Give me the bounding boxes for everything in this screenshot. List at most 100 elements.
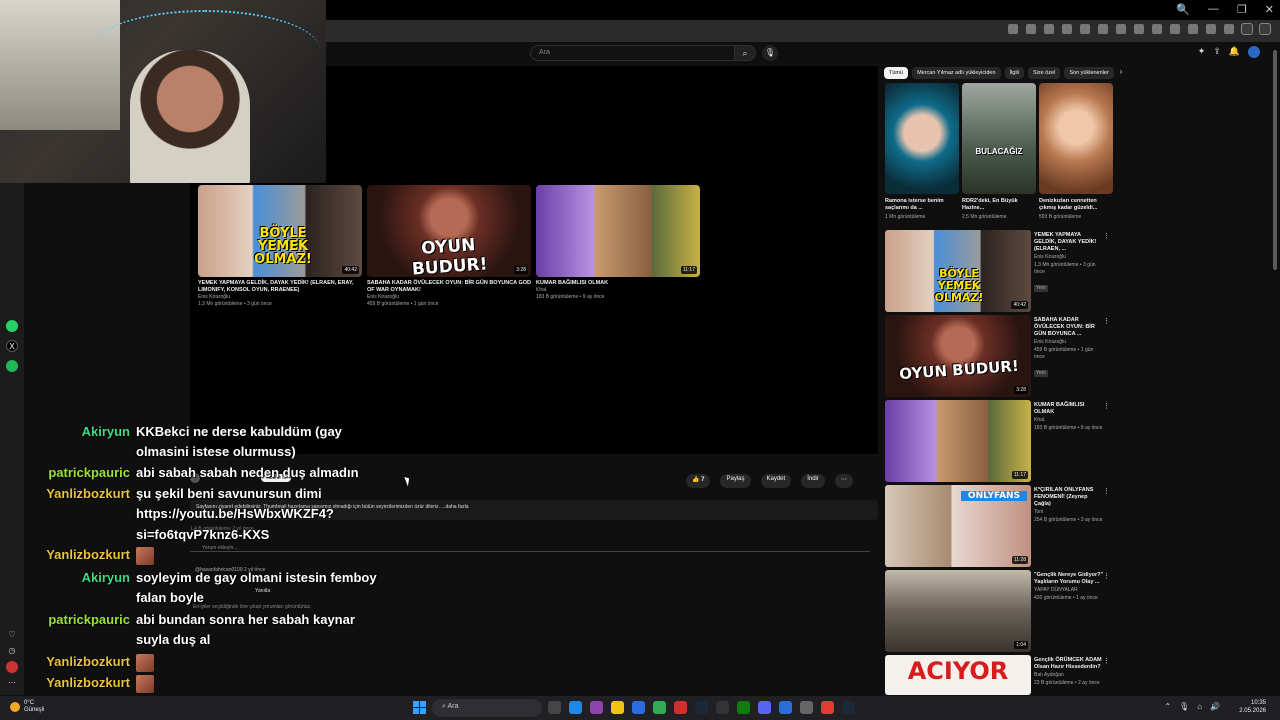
chip-recent[interactable]: Son yüklenenler xyxy=(1064,67,1114,79)
close-button[interactable]: ✕ xyxy=(1265,3,1274,16)
chip-for-you[interactable]: Size özel xyxy=(1028,67,1061,79)
extension-icon[interactable] xyxy=(1026,24,1036,34)
recommended-video[interactable]: OYUN BUDUR! 3:28 SABAHA KADAR ÖVÜLECEK O… xyxy=(885,315,1110,397)
xbox-icon[interactable] xyxy=(737,701,750,714)
chrome-icon[interactable] xyxy=(653,701,666,714)
network-icon[interactable]: ⌂ xyxy=(1197,702,1202,711)
end-screen-video[interactable]: OYUN BUDUR! 3:28 SABAHA KADAR ÖVÜLECEK O… xyxy=(367,185,531,308)
extension-icon[interactable] xyxy=(1188,24,1198,34)
page-scrollbar[interactable] xyxy=(1272,42,1278,695)
whatsapp-icon[interactable] xyxy=(6,320,18,332)
app-icon[interactable] xyxy=(779,701,792,714)
steam-icon[interactable] xyxy=(842,701,855,714)
channel-name[interactable]: Enis Kirazoğlu xyxy=(1034,339,1104,346)
upload-icon[interactable]: ⇪ xyxy=(1213,46,1221,58)
more-icon[interactable]: ⋮ xyxy=(1103,657,1110,665)
save-button[interactable]: Kaydet xyxy=(760,474,792,488)
recommended-video[interactable]: ACIYOR Gençlik ÖRÜMCEK ADAM Olsan Hazır … xyxy=(885,655,1110,695)
epic-games-icon[interactable] xyxy=(716,701,729,714)
download-button[interactable]: İndir xyxy=(801,474,825,488)
short-item[interactable]: BULACAĞIZ RDR2'deki, En Büyük Hazine... … xyxy=(962,83,1036,220)
video-title[interactable]: YEMEK YAPMAYA GELDİK, DAYAK YEDİK! (ELRA… xyxy=(1034,232,1104,253)
chat-username[interactable]: Akiryun xyxy=(0,570,130,585)
short-thumbnail[interactable] xyxy=(885,83,959,194)
video-thumbnail[interactable]: ACIYOR xyxy=(885,655,1031,695)
channel-name[interactable]: Toni xyxy=(1034,509,1104,516)
short-title[interactable]: Ramona isterse benim saçlarımı da ... xyxy=(885,198,955,212)
task-view-icon[interactable] xyxy=(548,701,561,714)
steam-icon[interactable] xyxy=(695,701,708,714)
chat-username[interactable]: Yanlizbozkurt xyxy=(0,486,130,501)
chevron-up-icon[interactable]: ⌃ xyxy=(1164,702,1171,711)
extension-icon[interactable] xyxy=(1241,23,1253,35)
chat-username[interactable]: Yanlizbozkurt xyxy=(0,654,130,669)
notifications-icon[interactable]: 🔔 xyxy=(1229,46,1240,58)
store-icon[interactable] xyxy=(632,701,645,714)
channel-name[interactable]: Khal. xyxy=(1034,417,1104,424)
x-icon[interactable]: X xyxy=(6,340,18,352)
chat-username[interactable]: Akiryun xyxy=(0,424,130,439)
share-button[interactable]: Paylaş xyxy=(720,474,751,488)
channel-name[interactable]: Khal. xyxy=(536,287,700,294)
extension-icon[interactable] xyxy=(1224,24,1234,34)
video-title[interactable]: KUMAR BAĞIMLISI OLMAK xyxy=(536,280,700,287)
recommended-video[interactable]: 1:04 "Gençlik Nereye Gidiyor?" Yaşlıları… xyxy=(885,570,1110,652)
more-icon[interactable]: ⋮ xyxy=(1103,317,1110,325)
spotify-icon[interactable] xyxy=(6,360,18,372)
extension-icon[interactable] xyxy=(1170,24,1180,34)
more-icon[interactable]: ⋯ xyxy=(834,474,853,488)
video-title[interactable]: "Gençlik Nereye Gidiyor?" Yaşlıların Yor… xyxy=(1034,572,1104,586)
extension-icon[interactable]: ✦ xyxy=(1198,46,1206,58)
extension-icon[interactable] xyxy=(1152,24,1162,34)
like-button[interactable]: 👍 7 xyxy=(686,474,711,488)
extension-icon[interactable] xyxy=(1008,24,1018,34)
chat-username[interactable]: Yanlizbozkurt xyxy=(0,547,130,562)
extension-icon[interactable] xyxy=(1134,24,1144,34)
microphone-icon[interactable]: 🎙 xyxy=(1179,702,1189,711)
end-screen-video[interactable]: 11:17 KUMAR BAĞIMLISI OLMAK Khal. 183 B … xyxy=(536,185,700,301)
video-thumbnail[interactable]: 11:17 xyxy=(536,185,700,277)
discord-icon[interactable] xyxy=(758,701,771,714)
clock[interactable]: 10:35 2.05.2026 xyxy=(1239,699,1266,715)
extension-icon[interactable] xyxy=(1206,24,1216,34)
taskbar-search[interactable]: ⌕ Ara xyxy=(432,699,542,717)
video-title[interactable]: SABAHA KADAR ÖVÜLECEK OYUN: BİR GÜN BOYU… xyxy=(367,280,531,294)
more-icon[interactable]: ⋮ xyxy=(1103,572,1110,580)
video-thumbnail[interactable]: BÖYLE YEMEK OLMAZ! 40:42 xyxy=(198,185,362,277)
video-thumbnail[interactable]: OYUN BUDUR! 3:28 xyxy=(885,315,1031,397)
extension-icon[interactable] xyxy=(1044,24,1054,34)
short-title[interactable]: Denizkızları cennetten çıkmış kadar güze… xyxy=(1039,198,1109,212)
video-thumbnail[interactable]: OYUN BUDUR! 3:28 xyxy=(367,185,531,277)
short-title[interactable]: RDR2'deki, En Büyük Hazine... xyxy=(962,198,1032,212)
search-input[interactable]: Ara xyxy=(530,45,746,61)
chat-username[interactable]: patrickpauric xyxy=(0,465,130,480)
chip-uploader[interactable]: Mercan Yılmaz adlı yükleyiciden xyxy=(912,67,1001,79)
microphone-icon[interactable]: 🎙 xyxy=(762,45,778,61)
weather-widget[interactable]: 0°C Güneşli xyxy=(10,700,44,714)
short-item[interactable]: Ramona isterse benim saçlarımı da ... 1 … xyxy=(885,83,959,220)
video-title[interactable]: SABAHA KADAR ÖVÜLECEK OYUN: BİR GÜN BOYU… xyxy=(1034,317,1104,338)
scrollbar-thumb[interactable] xyxy=(1273,50,1277,270)
video-thumbnail[interactable]: ONLYFANS 11:28 xyxy=(885,485,1031,567)
channel-name[interactable]: Enis Kirazoğlu xyxy=(1034,254,1104,261)
more-icon[interactable]: ⋮ xyxy=(1103,487,1110,495)
video-title[interactable]: Gençlik ÖRÜMCEK ADAM Olsan Hazır Hissede… xyxy=(1034,657,1104,671)
extension-icon[interactable] xyxy=(1259,23,1271,35)
extension-icon[interactable] xyxy=(1116,24,1126,34)
video-thumbnail[interactable]: 1:04 xyxy=(885,570,1031,652)
channel-name[interactable]: YAPAY DÜNYALAR xyxy=(1034,587,1104,594)
video-thumbnail[interactable]: 11:17 xyxy=(885,400,1031,482)
end-screen-video[interactable]: BÖYLE YEMEK OLMAZ! 40:42 YEMEK YAPMAYA G… xyxy=(198,185,362,308)
video-title[interactable]: YEMEK YAPMAYA GELDİK, DAYAK YEDİK! (ELRA… xyxy=(198,280,362,294)
opera-icon[interactable] xyxy=(674,701,687,714)
copilot-icon[interactable] xyxy=(590,701,603,714)
short-thumbnail[interactable]: BULACAĞIZ xyxy=(962,83,1036,194)
chat-username[interactable]: Yanlizbozkurt xyxy=(0,675,130,690)
avatar[interactable] xyxy=(1248,46,1260,58)
channel-name[interactable]: Enis Kirazoğlu xyxy=(367,294,531,301)
short-thumbnail[interactable] xyxy=(1039,83,1113,194)
extension-icon[interactable] xyxy=(1062,24,1072,34)
more-icon[interactable]: ⋮ xyxy=(1103,402,1110,410)
video-title[interactable]: KUMAR BAĞIMLISI OLMAK xyxy=(1034,402,1104,416)
extension-icon[interactable] xyxy=(1080,24,1090,34)
